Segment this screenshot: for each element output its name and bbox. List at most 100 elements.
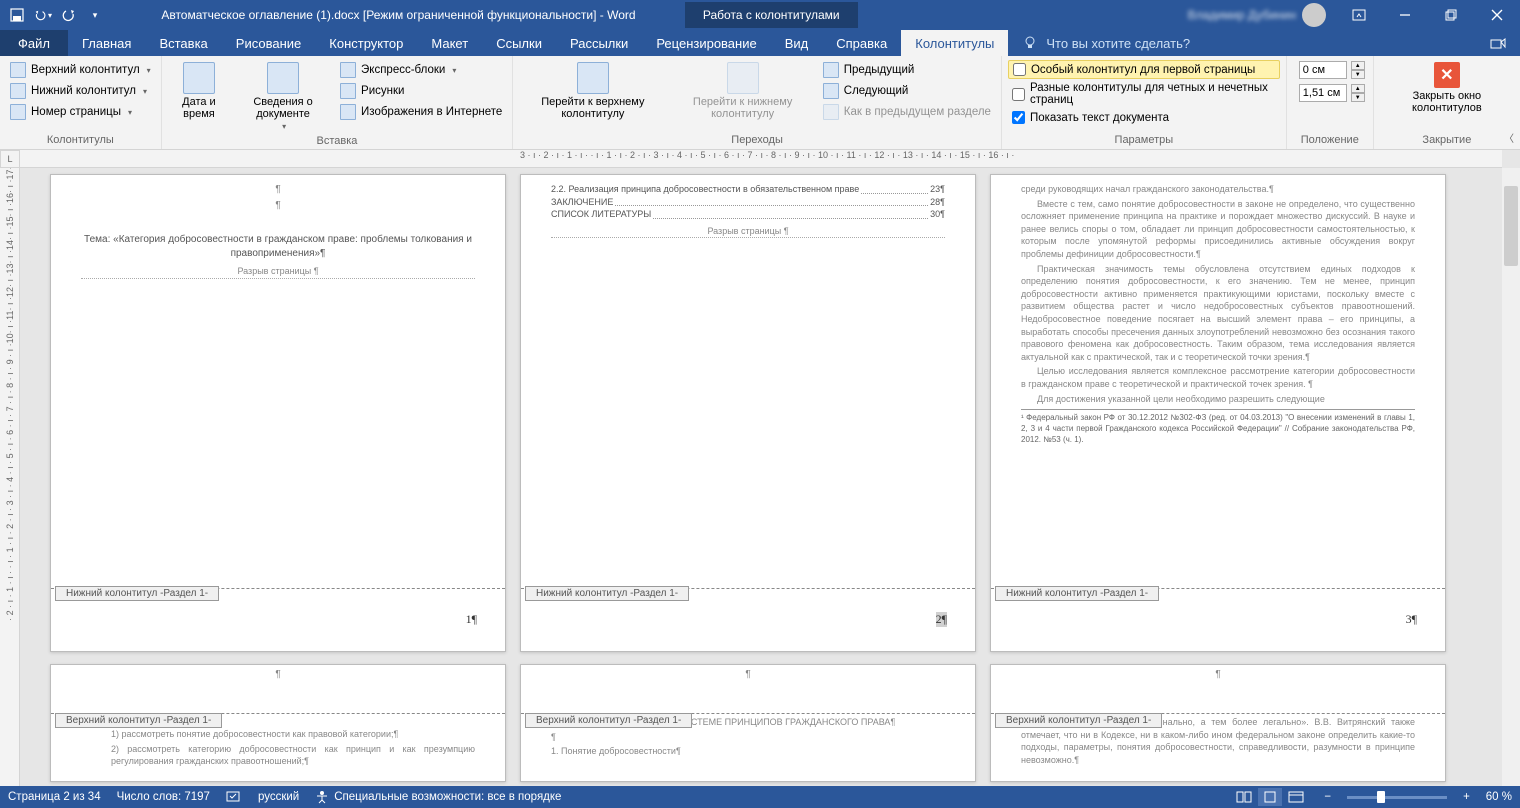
status-proofing-icon[interactable] [226,789,242,806]
footer-from-bottom-spinner[interactable]: ▲▼ [1293,83,1367,103]
footer-tag: Нижний колонтитул -Раздел 1- [995,586,1159,601]
tab-design[interactable]: Конструктор [315,30,417,56]
header-tag: Верхний колонтитул -Раздел 1- [55,713,222,728]
quick-parts-icon [340,62,356,78]
footer-bottom-input[interactable] [1299,84,1347,102]
zoom-in-icon[interactable]: + [1463,791,1470,803]
footer-button[interactable]: Нижний колонтитул▾ [6,81,155,101]
tab-references[interactable]: Ссылки [482,30,556,56]
close-header-footer-button[interactable]: ✕ Закрыть окно колонтитулов [1380,60,1514,116]
date-time-button[interactable]: Дата и время [168,60,230,122]
goto-header-button[interactable]: Перейти к верхнему колонтитулу [519,60,666,122]
page-4[interactable]: ¶ Верхний колонтитул -Раздел 1- 1) рассм… [50,664,506,782]
view-read-mode-icon[interactable] [1232,788,1256,806]
pictures-button[interactable]: Рисунки [336,81,506,101]
goto-header-icon [577,62,609,94]
page-5[interactable]: ¶ Верхний колонтитул -Раздел 1- ИЯ ДОБРО… [520,664,976,782]
tab-view[interactable]: Вид [771,30,823,56]
group-navigation: Перейти к верхнему колонтитулу Перейти к… [513,56,1002,149]
collapse-ribbon-icon[interactable]: 〈 [1504,130,1514,145]
tab-help[interactable]: Справка [822,30,901,56]
user-account[interactable]: Владимир Дубинин [1178,3,1336,27]
show-document-text-checkbox[interactable]: Показать текст документа [1008,109,1280,126]
page-2[interactable]: 2.2. Реализация принципа добросовестност… [520,174,976,652]
group-position: ▲▼ ▲▼ Положение [1287,56,1374,149]
lightbulb-icon [1022,35,1038,51]
zoom-slider-thumb[interactable] [1377,791,1385,803]
scrollbar-thumb[interactable] [1504,186,1518,266]
page-1[interactable]: ¶ ¶ Тема: «Категория добросовестности в … [50,174,506,652]
page-number: 2¶ [936,612,947,627]
doc-info-button[interactable]: Сведения о документе▾ [234,60,332,133]
spin-down-icon[interactable]: ▼ [1351,70,1365,79]
previous-button[interactable]: Предыдущий [819,60,995,80]
zoom-out-icon[interactable]: − [1324,791,1331,803]
tab-home[interactable]: Главная [68,30,145,56]
vertical-scrollbar[interactable] [1502,168,1520,786]
save-icon[interactable] [8,6,26,24]
tab-layout[interactable]: Макет [417,30,482,56]
ruler-corner[interactable]: L [0,150,20,168]
qat-customize-icon[interactable]: ▾ [86,6,104,24]
spin-up-icon[interactable]: ▲ [1351,84,1365,93]
close-icon[interactable] [1474,0,1520,30]
group-headers-footers: Верхний колонтитул▾ Нижний колонтитул▾ Н… [0,56,162,149]
header-button[interactable]: Верхний колонтитул▾ [6,60,155,80]
minimize-icon[interactable] [1382,0,1428,30]
zoom-slider[interactable] [1347,796,1447,799]
avatar [1302,3,1326,27]
page-number: 1¶ [466,612,477,627]
different-first-page-checkbox[interactable]: Особый колонтитул для первой страницы [1008,60,1280,79]
zoom-level[interactable]: 60 % [1486,791,1512,803]
group-close: ✕ Закрыть окно колонтитулов Закрытие [1374,56,1520,149]
tell-me-search[interactable]: Что вы хотите сделать? [1008,30,1204,56]
user-name: Владимир Дубинин [1188,8,1296,22]
horizontal-ruler[interactable]: 3 · ı · 2 · ı · 1 · ı · · ı · 1 · ı · 2 … [20,150,1502,168]
page-number-button[interactable]: Номер страницы▾ [6,102,155,122]
status-accessibility[interactable]: Специальные возможности: все в порядке [315,790,561,804]
online-pictures-icon [340,104,356,120]
date-time-icon [183,62,215,94]
view-print-layout-icon[interactable] [1258,788,1282,806]
page-number-icon [10,104,26,120]
spin-up-icon[interactable]: ▲ [1351,61,1365,70]
header-top-input[interactable] [1299,61,1347,79]
insert-alignment-tab-button[interactable] [1293,106,1367,108]
goto-footer-icon [727,62,759,94]
tab-file[interactable]: Файл [0,30,68,56]
ribbon-display-options-icon[interactable] [1336,0,1382,30]
quick-parts-button[interactable]: Экспресс-блоки▾ [336,60,506,80]
tab-review[interactable]: Рецензирование [642,30,770,56]
document-area[interactable]: ¶ ¶ Тема: «Категория добросовестности в … [20,168,1502,786]
footer-tag: Нижний колонтитул -Раздел 1- [55,586,219,601]
page-3[interactable]: среди руководящих начал гражданского зак… [990,174,1446,652]
link-previous-icon [823,104,839,120]
header-from-top-spinner[interactable]: ▲▼ [1293,60,1367,80]
tab-draw[interactable]: Рисование [222,30,315,56]
previous-icon [823,62,839,78]
vertical-ruler[interactable]: · 2 · ı · 1 · ı · · ı · 1 · ı · 2 · ı · … [0,168,20,786]
window-title: Автоматческое оглавление (1).docx [Режим… [112,8,685,22]
page-6[interactable]: ¶ Верхний колонтитул -Раздел 1- разом оп… [990,664,1446,782]
spin-down-icon[interactable]: ▼ [1351,93,1365,102]
redo-icon[interactable] [60,6,78,24]
tab-mailings[interactable]: Рассылки [556,30,642,56]
pictures-icon [340,83,356,99]
doc-info-icon [267,62,299,94]
share-icon[interactable] [1476,30,1520,56]
next-button[interactable]: Следующий [819,81,995,101]
status-page[interactable]: Страница 2 из 34 [8,791,101,803]
tab-header-footer[interactable]: Колонтитулы [901,30,1008,56]
status-word-count[interactable]: Число слов: 7197 [117,791,210,803]
tab-insert[interactable]: Вставка [145,30,221,56]
header-tag: Верхний колонтитул -Раздел 1- [525,713,692,728]
undo-icon[interactable]: ▾ [34,6,52,24]
online-pictures-button[interactable]: Изображения в Интернете [336,102,506,122]
next-icon [823,83,839,99]
header-tag: Верхний колонтитул -Раздел 1- [995,713,1162,728]
close-hf-icon: ✕ [1434,62,1460,88]
status-language[interactable]: русский [258,791,299,803]
different-odd-even-checkbox[interactable]: Разные колонтитулы для четных и нечетных… [1008,80,1280,108]
maximize-icon[interactable] [1428,0,1474,30]
view-web-layout-icon[interactable] [1284,788,1308,806]
